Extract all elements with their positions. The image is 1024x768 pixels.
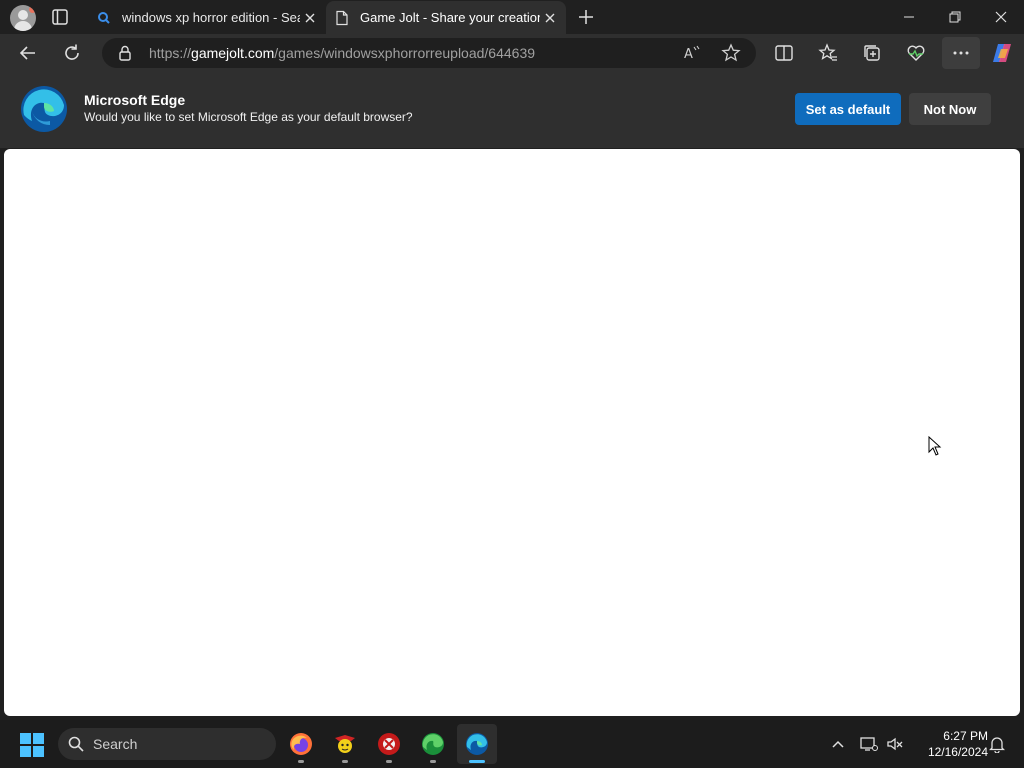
- clock-time: 6:27 PM: [943, 729, 988, 743]
- restore-button[interactable]: [932, 0, 978, 34]
- page-content-area[interactable]: [4, 149, 1020, 716]
- notification-bell-icon[interactable]: [988, 735, 1006, 758]
- edge-icon: [466, 733, 488, 755]
- tab-search[interactable]: windows xp horror edition - Search: [88, 1, 326, 34]
- close-icon: [995, 11, 1007, 23]
- refresh-icon[interactable]: [61, 42, 83, 64]
- settings-more-button[interactable]: [942, 37, 980, 69]
- taskbar-app-edge-green[interactable]: [413, 724, 453, 764]
- search-placeholder: Search: [93, 736, 138, 752]
- running-indicator: [342, 760, 348, 763]
- page-icon: [334, 10, 350, 26]
- browser-essentials-icon[interactable]: [905, 42, 927, 64]
- tab-title: Game Jolt - Share your creations: [360, 10, 540, 25]
- new-tab-icon[interactable]: [576, 7, 596, 27]
- system-clock[interactable]: 6:27 PM 12/16/2024: [912, 728, 988, 760]
- windows-start-icon[interactable]: [20, 733, 44, 762]
- title-bar: windows xp horror edition - Search Game …: [0, 0, 1024, 34]
- collections-icon[interactable]: [861, 42, 883, 64]
- address-bar[interactable]: https://gamejolt.com/games/windowsxphorr…: [102, 38, 756, 68]
- more-dots-icon: [953, 51, 969, 55]
- lock-icon[interactable]: [118, 45, 132, 66]
- taskbar-app-edge[interactable]: [457, 724, 497, 764]
- network-icon[interactable]: [860, 736, 878, 757]
- infobar-title: Microsoft Edge: [84, 92, 186, 108]
- minimize-button[interactable]: [886, 0, 932, 34]
- minimize-icon: [904, 16, 914, 18]
- taskbar-search-box[interactable]: Search: [58, 728, 276, 760]
- browser-toolbar: https://gamejolt.com/games/windowsxphorr…: [0, 34, 1024, 72]
- running-indicator: [469, 760, 485, 763]
- close-tab-icon[interactable]: [540, 8, 560, 28]
- edge-logo-icon: [20, 85, 68, 133]
- malware-app-icon: [378, 733, 400, 755]
- clock-date: 12/16/2024: [927, 745, 988, 759]
- restore-icon: [949, 11, 961, 23]
- volume-muted-icon[interactable]: [886, 736, 904, 757]
- tab-title: windows xp horror edition - Search: [122, 10, 300, 25]
- tab-game-jolt[interactable]: Game Jolt - Share your creations: [326, 1, 566, 34]
- taskbar-app-bonzi[interactable]: [325, 724, 365, 764]
- infobar-message: Would you like to set Microsoft Edge as …: [84, 110, 413, 124]
- default-browser-infobar: Microsoft Edge Would you like to set Mic…: [0, 72, 1024, 148]
- running-indicator: [430, 760, 436, 763]
- read-aloud-icon[interactable]: A: [682, 43, 702, 68]
- svg-text:A: A: [684, 47, 693, 62]
- search-icon: [96, 10, 112, 26]
- taskbar-app-malware[interactable]: [369, 724, 409, 764]
- favorites-icon[interactable]: [817, 42, 839, 64]
- running-indicator: [386, 760, 392, 763]
- url-text: https://gamejolt.com/games/windowsxphorr…: [149, 45, 536, 61]
- taskbar-app-firefox[interactable]: [281, 724, 321, 764]
- close-tab-icon[interactable]: [300, 8, 320, 28]
- copilot-icon[interactable]: [990, 41, 1014, 65]
- firefox-icon: [290, 733, 312, 755]
- set-as-default-button[interactable]: Set as default: [795, 93, 901, 125]
- edge-green-icon: [422, 733, 444, 755]
- bonzi-icon: [335, 735, 355, 753]
- back-arrow-icon[interactable]: [17, 42, 39, 64]
- favorite-star-icon[interactable]: [721, 43, 741, 68]
- show-hidden-icons-chevron-icon[interactable]: [830, 736, 846, 757]
- running-indicator: [298, 760, 304, 763]
- mouse-cursor-icon: [928, 435, 942, 461]
- taskbar: Search 6:27 PM 12/16/2024: [0, 720, 1024, 768]
- not-now-button[interactable]: Not Now: [909, 93, 991, 125]
- search-icon: [68, 736, 84, 752]
- profile-avatar-icon[interactable]: [10, 5, 36, 31]
- close-window-button[interactable]: [978, 0, 1024, 34]
- split-screen-icon[interactable]: [773, 42, 795, 64]
- tab-actions-icon[interactable]: [50, 7, 70, 27]
